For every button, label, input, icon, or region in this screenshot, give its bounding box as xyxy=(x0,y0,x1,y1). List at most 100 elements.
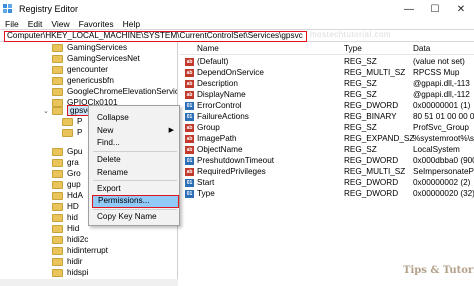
value-row[interactable]: ab RequiredPrivileges REG_MULTI_SZ SeImpers… xyxy=(180,166,474,177)
value-row[interactable]: 01 FailureActions REG_BINARY 80 51 01 00 00… xyxy=(180,111,474,122)
tree-item[interactable]: gencounter xyxy=(52,64,108,75)
tree-item[interactable]: Hid xyxy=(52,223,79,234)
menu-bar: File Edit View Favorites Help xyxy=(0,18,474,29)
tree-item[interactable]: gup xyxy=(52,179,81,190)
horizontal-scrollbar[interactable] xyxy=(0,279,178,286)
menu-item-find[interactable]: Find... xyxy=(97,137,177,148)
menu-item-new[interactable]: New ▶ xyxy=(97,125,177,136)
tree-item[interactable]: hidi2c xyxy=(52,234,88,245)
menu-view[interactable]: View xyxy=(51,19,69,29)
column-data[interactable]: Data xyxy=(413,44,430,53)
binary-value-icon: 01 xyxy=(185,190,194,198)
column-name[interactable]: Name xyxy=(197,44,219,53)
string-value-icon: ab xyxy=(185,124,194,132)
menu-separator xyxy=(93,151,177,152)
tree-item[interactable]: Gro xyxy=(52,168,81,179)
menu-item-collapse[interactable]: Collapse xyxy=(97,112,177,123)
tree-item[interactable]: GamingServices xyxy=(52,42,127,53)
value-row[interactable]: ab DependOnService REG_MULTI_SZ RPCSS Mup xyxy=(180,67,474,78)
value-row[interactable]: 01 Start REG_DWORD 0x00000002 (2) xyxy=(180,177,474,188)
string-value-icon: ab xyxy=(185,58,194,66)
values-header: Name Type Data xyxy=(180,43,474,55)
value-row[interactable]: abImagePathREG_EXPAND_SZ%systemroot%\sys… xyxy=(180,133,474,144)
folder-icon xyxy=(52,257,63,266)
folder-icon xyxy=(52,202,63,211)
binary-value-icon: 01 xyxy=(185,102,194,110)
folder-icon xyxy=(52,191,63,200)
menu-separator xyxy=(93,209,177,210)
tree-item[interactable]: Gpu xyxy=(52,146,82,157)
maximize-button[interactable]: ☐ xyxy=(422,0,448,18)
address-path[interactable]: Computer\HKEY_LOCAL_MACHINE\SYSTEM\Curre… xyxy=(4,31,307,42)
tree-item-gpsvc[interactable]: ⌄ gpsvc xyxy=(43,105,95,116)
folder-icon xyxy=(52,106,63,115)
string-value-icon: ab xyxy=(185,168,194,176)
menu-item-delete[interactable]: Delete xyxy=(97,154,177,165)
binary-value-icon: 01 xyxy=(185,113,194,121)
watermark: mostechtutorial.com xyxy=(310,30,392,39)
value-row[interactable]: ab DisplayName REG_SZ @gpapi.dll,-112 xyxy=(180,89,474,100)
tree-item[interactable]: P xyxy=(62,127,82,138)
menu-item-permissions[interactable]: Permissions... xyxy=(92,195,179,208)
tree-item[interactable]: hidspi xyxy=(52,267,88,278)
folder-icon xyxy=(52,180,63,189)
value-row[interactable]: ab (Default) REG_SZ (value not set) xyxy=(180,56,474,67)
folder-icon xyxy=(52,147,63,156)
menu-file[interactable]: File xyxy=(5,19,19,29)
tree-item[interactable]: genericusbfn xyxy=(52,75,114,86)
folder-icon xyxy=(52,268,63,277)
tree-item[interactable]: hidir xyxy=(52,256,82,267)
tree-item[interactable]: GamingServicesNet xyxy=(52,53,140,64)
close-button[interactable]: ✕ xyxy=(448,0,474,18)
menu-item-copy-key-name[interactable]: Copy Key Name xyxy=(97,211,177,222)
folder-icon xyxy=(52,76,63,85)
context-menu: Collapse New ▶ Find... Delete Rename Expo… xyxy=(88,105,180,226)
registry-editor-icon xyxy=(3,4,15,14)
folder-icon xyxy=(52,169,63,178)
string-value-icon: ab xyxy=(185,69,194,77)
menu-item-export[interactable]: Export xyxy=(97,183,177,194)
value-row[interactable]: 01 Type REG_DWORD 0x00000020 (32) xyxy=(180,188,474,199)
tree-item[interactable]: GoogleChromeElevationService xyxy=(52,86,177,97)
menu-separator xyxy=(93,180,177,181)
column-type[interactable]: Type xyxy=(344,44,362,53)
folder-icon xyxy=(62,117,73,126)
value-row[interactable]: 01 ErrorControl REG_DWORD 0x00000001 (1) xyxy=(180,100,474,111)
tree-item[interactable]: HdA xyxy=(52,190,83,201)
folder-icon xyxy=(52,87,63,96)
folder-icon xyxy=(52,246,63,255)
string-value-icon: ab xyxy=(185,80,194,88)
menu-item-rename[interactable]: Rename xyxy=(97,167,177,178)
binary-value-icon: 01 xyxy=(185,157,194,165)
address-bar: Computer\HKEY_LOCAL_MACHINE\SYSTEM\Curre… xyxy=(0,29,474,42)
folder-icon xyxy=(52,235,63,244)
folder-icon xyxy=(62,128,73,137)
string-value-icon: ab xyxy=(185,135,194,143)
value-row[interactable]: 01 PreshutdownTimeout REG_DWORD 0x000dbba0 … xyxy=(180,155,474,166)
folder-icon xyxy=(52,158,63,167)
menu-favorites[interactable]: Favorites xyxy=(79,19,114,29)
chevron-right-icon: ▶ xyxy=(168,127,174,134)
minimize-button[interactable]: — xyxy=(396,0,422,18)
chevron-down-icon[interactable]: ⌄ xyxy=(43,107,51,115)
tree-item[interactable]: gra xyxy=(52,157,79,168)
value-row[interactable]: ab ObjectName REG_SZ LocalSystem xyxy=(180,144,474,155)
tree-item[interactable]: HD xyxy=(52,201,79,212)
folder-icon xyxy=(52,224,63,233)
folder-icon xyxy=(52,43,63,52)
string-value-icon: ab xyxy=(185,91,194,99)
tree-item[interactable]: hid xyxy=(52,212,78,223)
folder-icon xyxy=(52,54,63,63)
tree-item[interactable]: P xyxy=(62,116,82,127)
menu-item-new-label: New xyxy=(97,126,114,135)
folder-icon xyxy=(52,213,63,222)
menu-help[interactable]: Help xyxy=(123,19,140,29)
window-title: Registry Editor xyxy=(19,4,79,14)
string-value-icon: ab xyxy=(185,146,194,154)
value-row[interactable]: ab Description REG_SZ @gpapi.dll,-113 xyxy=(180,78,474,89)
value-row[interactable]: ab Group REG_SZ ProfSvc_Group xyxy=(180,122,474,133)
tree-item[interactable]: hidinterrupt xyxy=(52,245,108,256)
brand-logo-text: Tips & Tutorial xyxy=(403,265,474,276)
folder-icon xyxy=(52,65,63,74)
menu-edit[interactable]: Edit xyxy=(28,19,43,29)
